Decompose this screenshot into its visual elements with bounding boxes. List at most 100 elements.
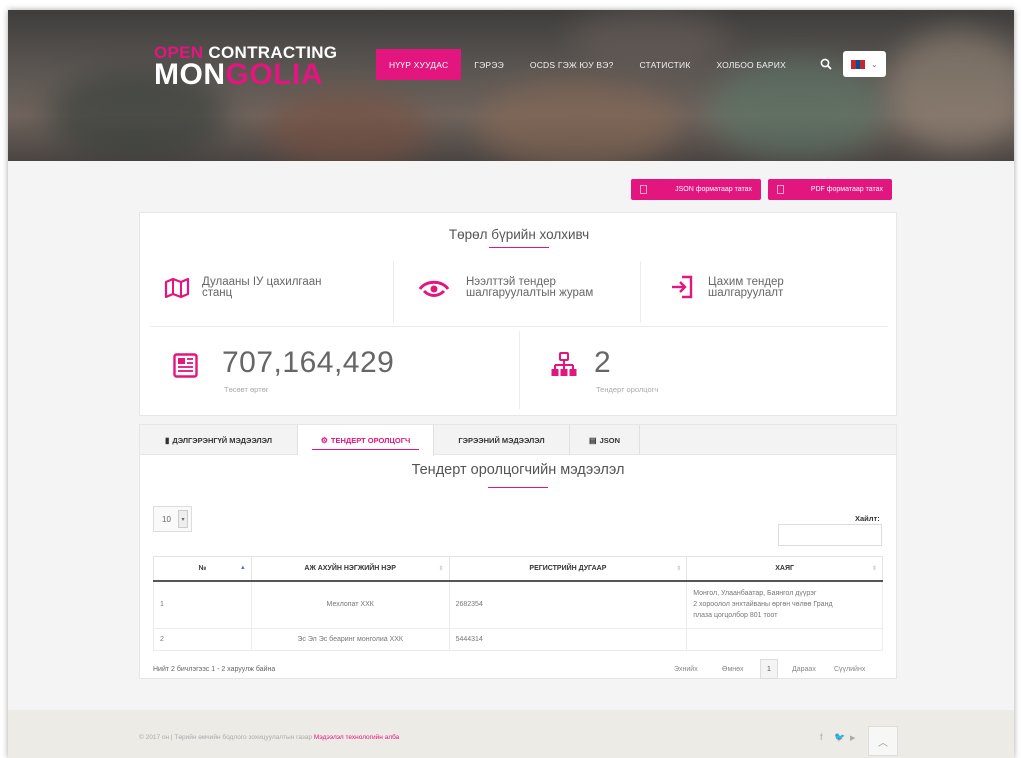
youtube-icon[interactable]: ▶: [850, 734, 855, 742]
summary-divider: [150, 326, 888, 327]
cell-name: Эс Эл Эс беаринг монголиа ХХК: [250, 628, 450, 651]
facebook-icon[interactable]: f: [820, 732, 823, 742]
bidders-count: 2: [594, 346, 612, 379]
chevron-down-icon: ▾: [178, 510, 188, 528]
download-pdf-button[interactable]: PDF форматаар татах: [768, 179, 892, 200]
site-logo[interactable]: OPEN CONTRACTING MONGOLIA: [154, 44, 337, 90]
tab-bidders[interactable]: ⚙ ТЕНДЕРТ ОРОЛЦОГЧ: [298, 425, 434, 456]
title-underline: [489, 247, 549, 248]
column-header-address[interactable]: ХАЯГ ⇕: [686, 556, 883, 582]
twitter-icon[interactable]: 🐦: [834, 732, 845, 743]
pagination-first[interactable]: Эхнийх: [674, 666, 698, 673]
main-nav: НҮҮР ХУУДАС ГЭРЭЭ OCDS ГЭЖ ЮУ ВЭ? СТАТИС…: [376, 49, 799, 80]
scroll-to-top-button[interactable]: ︿: [868, 726, 898, 756]
column-header-no[interactable]: № ▲: [153, 556, 252, 582]
cell-address-line: Монгол, Улаанбаатар, Баянгол дүүрэг: [693, 590, 817, 598]
column-header-register-label: РЕГИСТРИЙН ДУГААР: [529, 564, 607, 572]
book-icon: ▮: [164, 435, 170, 445]
feature-electronic: Цахим тендер шалгаруулалт: [670, 265, 784, 323]
tab-contract[interactable]: ГЭРЭЭНИЙ МЭДЭЭЛЭЛ: [434, 425, 570, 455]
nav-item-contracts[interactable]: ГЭРЭЭ: [461, 49, 517, 80]
browser-page: OPEN CONTRACTING MONGOLIA НҮҮР ХУУДАС ГЭ…: [8, 10, 1014, 758]
active-tab-underline: [312, 449, 419, 450]
tab-details[interactable]: ▮ ДЭЛГЭРЭНГҮЙ МЭДЭЭЛЭЛ: [140, 425, 298, 455]
feature-plant-line2: станц: [202, 287, 233, 299]
column-header-name-label: АЖ АХУЙН НЭГЖИЙН НЭР: [304, 564, 396, 572]
newspaper-icon: [173, 353, 198, 378]
tender-summary-card: Төрөл бүрийн холхивч Дулааны IУ цахилгаа…: [139, 212, 897, 416]
stats-divider: [519, 331, 520, 409]
sort-asc-icon: ▲: [239, 565, 246, 571]
cogs-icon: ⚙: [320, 436, 328, 445]
table-info: Нийт 2 бичлэгээс 1 - 2 харуулж байна: [153, 666, 276, 673]
chevron-up-icon: ︿: [878, 737, 888, 749]
download-pdf-label: PDF форматаар татах: [810, 186, 883, 193]
details-panel: ▮ ДЭЛГЭРЭНГҮЙ МЭДЭЭЛЭЛ ⚙ ТЕНДЕРТ ОРОЛЦОГ…: [139, 424, 897, 679]
details-tabs: ▮ ДЭЛГЭРЭНГҮЙ МЭДЭЭЛЭЛ ⚙ ТЕНДЕРТ ОРОЛЦОГ…: [140, 425, 896, 456]
cell-name: Мехлопат ХХК: [250, 580, 450, 629]
cell-address: [686, 628, 883, 651]
tab-details-label: ДЭЛГЭРЭНГҮЙ МЭДЭЭЛЭЛ: [172, 435, 272, 445]
eye-icon: [418, 280, 450, 297]
bidders-section-title: Тендерт оролцогчийн мэдээлэл: [411, 462, 625, 478]
table-row: 2 Эс Эл Эс беаринг монголиа ХХК 5444314: [153, 628, 883, 651]
nav-item-ocds[interactable]: OCDS ГЭЖ ЮУ ВЭ?: [517, 49, 627, 80]
section-title-underline: [488, 487, 548, 488]
file-pdf-icon: [777, 185, 784, 194]
budget-value: 707,164,429: [222, 346, 395, 379]
tab-bidders-label: ТЕНДЕРТ ОРОЛЦОГЧ: [330, 436, 411, 445]
feature-electronic-line2: шалгаруулалт: [708, 287, 784, 299]
cell-no: 2: [153, 628, 252, 651]
table-row: 1 Мехлопат ХХК 2682354 Монгол, Улаанбаат…: [153, 580, 883, 629]
pagination-prev[interactable]: Өмнөх: [722, 666, 744, 673]
search-input[interactable]: [778, 524, 882, 546]
nav-item-contact[interactable]: ХОЛБОО БАРИХ: [703, 49, 798, 80]
budget-label: Төсөвт өртөг: [224, 385, 269, 394]
search-icon[interactable]: [820, 58, 832, 70]
file-code-icon: [640, 185, 647, 194]
chevron-down-icon: ⌄: [871, 59, 878, 69]
tab-json[interactable]: ▤ JSON: [570, 425, 640, 455]
column-header-register[interactable]: РЕГИСТРИЙН ДУГААР ⇕: [448, 556, 688, 582]
logo-text-golia: GOLIA: [225, 58, 323, 91]
feature-divider: [640, 261, 641, 323]
feature-procedure: Нээлттэй тендер шалгаруулалтын журам: [416, 265, 593, 323]
bidders-label: Тендерт оролцогч: [596, 385, 659, 394]
map-icon: [164, 277, 190, 299]
language-selector[interactable]: ⌄: [843, 51, 886, 77]
logo-text-mon: MON: [154, 58, 226, 91]
cell-address-line: 2 хороолол энхтайваны өргөн чөлөө Гранд: [693, 601, 833, 609]
footer-link[interactable]: Мэдээлэл технологийн алба: [314, 734, 399, 741]
column-header-address-label: ХАЯГ: [775, 564, 794, 572]
feature-divider: [393, 261, 394, 323]
sort-icon: ⇕: [676, 566, 682, 572]
column-header-name[interactable]: АЖ АХУЙН НЭГЖИЙН НЭР ⇕: [250, 556, 450, 582]
site-footer: © 2017 он | Төрийн өмчийн бодлого зохицу…: [8, 710, 1014, 758]
cell-register: 5444314: [448, 628, 688, 651]
footer-copyright-text: © 2017 он | Төрийн өмчийн бодлого зохицу…: [139, 734, 313, 741]
download-json-button[interactable]: JSON форматаар татах: [631, 179, 761, 200]
nav-item-home[interactable]: НҮҮР ХУУДАС: [376, 49, 462, 80]
mongolia-flag-icon: [851, 59, 866, 69]
feature-plant: Дулааны IУ цахилгаан станц: [164, 265, 322, 323]
sort-icon: ⇕: [871, 566, 877, 572]
tab-json-label: JSON: [599, 435, 620, 445]
pagination-next[interactable]: Дараах: [792, 666, 816, 673]
tab-contract-label: ГЭРЭЭНИЙ МЭДЭЭЛЭЛ: [458, 435, 545, 445]
nav-item-statistics[interactable]: СТАТИСТИК: [627, 49, 704, 80]
sign-in-icon: [672, 275, 693, 299]
sitemap-icon: [551, 352, 577, 376]
feature-procedure-line2: шалгаруулалтын журам: [466, 287, 594, 299]
page-size-select[interactable]: 10 ▾: [153, 506, 192, 532]
bidders-table: № ▲ АЖ АХУЙН НЭГЖИЙН НЭР ⇕ РЕГИСТРИЙН ДУГА…: [153, 556, 883, 651]
site-header: OPEN CONTRACTING MONGOLIA НҮҮР ХУУДАС ГЭ…: [8, 10, 1014, 161]
column-header-no-label: №: [198, 564, 207, 572]
footer-copyright: © 2017 он | Төрийн өмчийн бодлого зохицу…: [139, 734, 399, 741]
cell-address: Монгол, Улаанбаатар, Баянгол дүүрэг 2 хо…: [686, 580, 883, 629]
pagination-last[interactable]: Сүүлийнх: [834, 666, 865, 673]
cell-no: 1: [153, 580, 252, 629]
search-label: Хайлт:: [855, 514, 880, 523]
download-json-label: JSON форматаар татах: [675, 186, 752, 193]
pagination-current[interactable]: 1: [760, 659, 778, 679]
cell-address-line: плаза цогцолбор 801 тоот: [693, 612, 778, 620]
